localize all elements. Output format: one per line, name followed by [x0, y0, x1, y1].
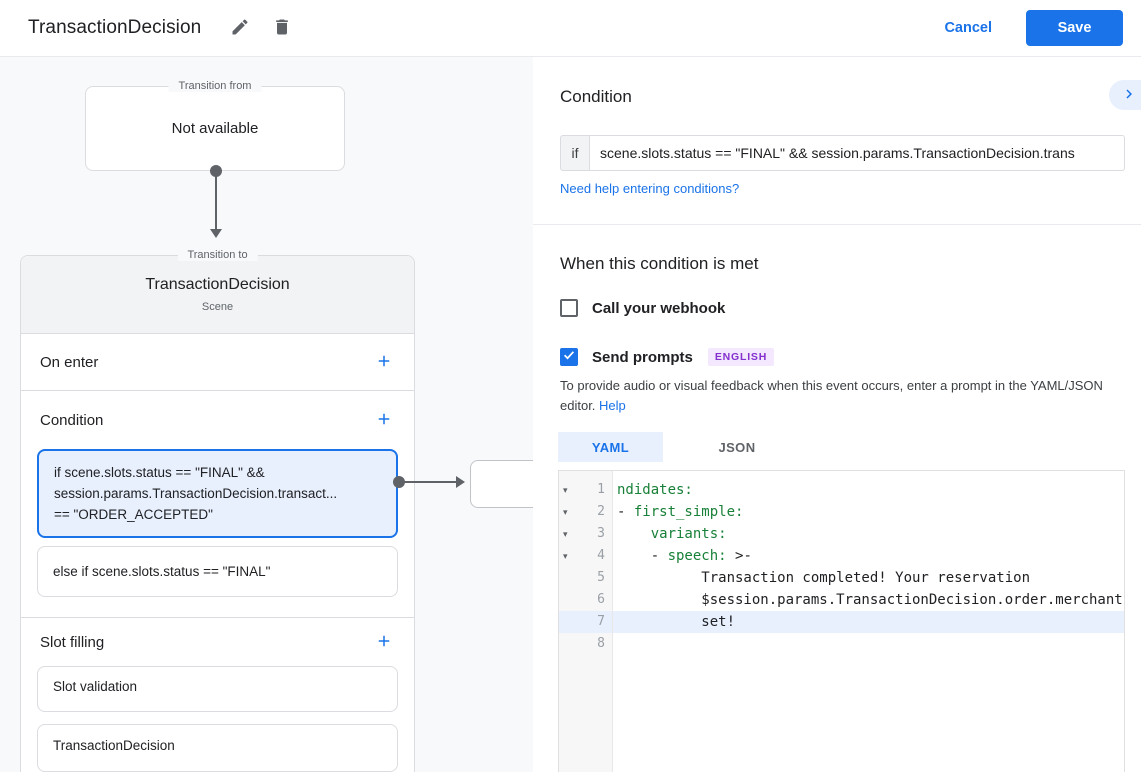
line-number: 6 — [597, 592, 605, 607]
code-editor[interactable]: ▾ 1 ndidates: ▾ 2 - first_simple: ▾ 3 variants:… — [558, 470, 1125, 772]
arrow-right-icon — [456, 476, 465, 488]
transition-from-legend: Transition from — [168, 80, 262, 92]
code-text: - first_simple: — [617, 504, 744, 520]
code-line[interactable]: 6 $session.params.TransactionDecision.or… — [559, 589, 1124, 611]
conditions-help-link[interactable]: Need help entering conditions? — [560, 181, 739, 196]
slot-filling-section: Slot filling — [21, 618, 414, 666]
condition-expression-input[interactable] — [590, 135, 1125, 171]
connector-line-horizontal — [399, 481, 456, 483]
tab-json[interactable]: JSON — [663, 432, 811, 462]
top-bar: TransactionDecision Cancel Save — [0, 0, 1141, 57]
fold-arrow-icon[interactable]: ▾ — [559, 523, 575, 545]
edit-button[interactable] — [227, 15, 253, 41]
code-text: $session.params.TransactionDecision.orde… — [617, 592, 1123, 608]
scene-name: TransactionDecision — [145, 276, 290, 293]
condition-line: else if scene.slots.status == "FINAL" — [53, 564, 271, 579]
on-enter-section: On enter — [21, 334, 414, 391]
add-condition-button[interactable] — [372, 408, 396, 432]
transition-target-box[interactable] — [470, 460, 533, 508]
save-button[interactable]: Save — [1026, 10, 1123, 46]
code-line[interactable]: 5 Transaction completed! Your reservatio… — [559, 567, 1124, 589]
delete-button[interactable] — [269, 15, 295, 41]
line-number: 4 — [597, 548, 605, 563]
slot-item[interactable]: TransactionDecision — [37, 724, 398, 772]
code-text: - speech: >- — [617, 548, 752, 564]
call-webhook-label: Call your webhook — [592, 299, 726, 317]
line-number: 3 — [597, 526, 605, 541]
page-title: TransactionDecision — [28, 17, 202, 38]
send-prompts-label: Send prompts — [592, 348, 693, 366]
code-text: variants: — [650, 526, 727, 542]
connector-line-vertical — [215, 171, 217, 229]
code-line[interactable]: ▾ 4 - speech: >- — [559, 545, 1124, 567]
line-number: 5 — [597, 570, 605, 585]
send-prompts-checkbox[interactable] — [560, 348, 578, 366]
code-text: ndidates: — [617, 482, 693, 498]
panel-title: Condition — [560, 87, 632, 106]
fold-arrow-icon[interactable]: ▾ — [559, 501, 575, 523]
slot-filling-label: Slot filling — [40, 633, 105, 651]
transition-from-box[interactable]: Transition from Not available — [85, 80, 345, 171]
code-line[interactable]: ▾ 1 ndidates: — [559, 479, 1124, 501]
pencil-icon — [230, 17, 250, 40]
language-badge: ENGLISH — [707, 348, 775, 366]
line-number: 7 — [597, 614, 605, 629]
condition-section: Condition if scene.slots.status == "FINA… — [21, 391, 414, 618]
scene-diagram: Transition from Not available Transition… — [0, 57, 533, 772]
line-number: 1 — [597, 482, 605, 497]
fold-arrow-icon[interactable]: ▾ — [559, 479, 575, 501]
slot-item[interactable]: Slot validation — [37, 666, 398, 712]
chevron-right-icon — [1120, 85, 1138, 106]
code-line[interactable]: ▾ 2 - first_simple: — [559, 501, 1124, 523]
when-condition-title: When this condition is met — [560, 254, 759, 273]
tab-yaml[interactable]: YAML — [558, 432, 663, 462]
condition-section-label: Condition — [40, 411, 104, 429]
condition-line: if scene.slots.status == "FINAL" && — [54, 465, 265, 480]
plus-icon — [375, 352, 393, 373]
arrow-down-icon — [210, 229, 222, 238]
app-window: TransactionDecision Cancel Save Transiti… — [0, 0, 1141, 772]
condition-item-else[interactable]: else if scene.slots.status == "FINAL" — [37, 546, 398, 597]
add-slot-button[interactable] — [372, 630, 396, 654]
condition-input-group: if — [560, 135, 1125, 171]
description-text: editor. — [560, 398, 596, 413]
prompt-description: To provide audio or visual feedback when… — [560, 376, 1103, 416]
fold-arrow-icon[interactable]: ▾ — [559, 545, 575, 567]
description-text: To provide audio or visual feedback when… — [560, 378, 1103, 393]
code-text: set! — [613, 611, 1124, 633]
transition-from-value: Not available — [171, 120, 259, 137]
checkmark-icon — [562, 348, 576, 367]
condition-line: session.params.TransactionDecision.trans… — [54, 486, 338, 501]
condition-item-selected[interactable]: if scene.slots.status == "FINAL" && sess… — [37, 449, 398, 538]
if-prefix-label: if — [560, 135, 590, 171]
line-number: 8 — [597, 636, 605, 651]
transition-to-card: Transition to TransactionDecision Scene … — [20, 249, 415, 772]
add-on-enter-button[interactable] — [372, 350, 396, 374]
call-webhook-checkbox[interactable] — [560, 299, 578, 317]
code-line[interactable]: 7 set! — [559, 611, 1124, 633]
trash-icon — [272, 17, 292, 40]
help-link[interactable]: Help — [599, 398, 626, 413]
code-line[interactable]: ▾ 3 variants: — [559, 523, 1124, 545]
collapse-panel-button[interactable] — [1109, 80, 1141, 110]
scene-card-header[interactable]: TransactionDecision Scene — [21, 256, 414, 334]
divider — [533, 224, 1141, 225]
line-number: 2 — [597, 504, 605, 519]
scene-type-label: Scene — [201, 301, 234, 313]
condition-line: == "ORDER_ACCEPTED" — [54, 507, 213, 522]
code-text: Transaction completed! Your reservation — [617, 570, 1031, 586]
transition-to-legend: Transition to — [177, 249, 258, 261]
plus-icon — [375, 410, 393, 431]
plus-icon — [375, 632, 393, 653]
cancel-button[interactable]: Cancel — [944, 20, 992, 36]
on-enter-label: On enter — [40, 353, 99, 371]
editor-tabs: YAML JSON — [558, 432, 811, 462]
code-line[interactable]: 8 — [559, 633, 1124, 655]
condition-panel: Condition if Need help entering conditio… — [533, 57, 1141, 772]
